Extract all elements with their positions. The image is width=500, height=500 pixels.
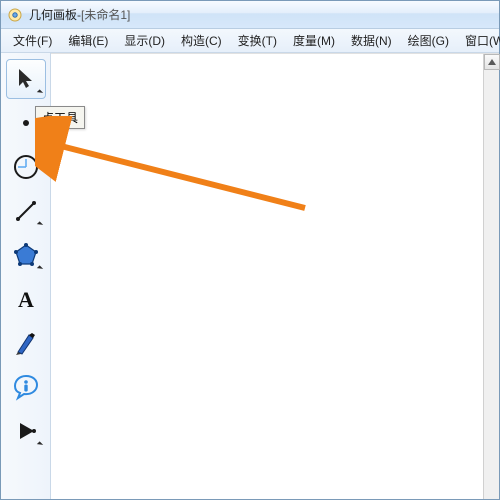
doc-title: [未命名1] (81, 6, 130, 23)
tool-line[interactable] (6, 191, 46, 231)
tool-polygon[interactable] (6, 235, 46, 275)
menubar: 文件(F) 编辑(E) 显示(D) 构造(C) 变换(T) 度量(M) 数据(N… (1, 29, 499, 53)
chevron-down-icon (36, 89, 42, 95)
svg-text:A: A (18, 287, 34, 312)
chevron-down-icon (36, 441, 42, 447)
vertical-scrollbar[interactable] (483, 54, 499, 499)
tool-compass[interactable] (6, 147, 46, 187)
text-icon: A (13, 286, 39, 312)
menu-display[interactable]: 显示(D) (118, 30, 171, 52)
tool-custom[interactable] (6, 411, 46, 451)
tooltip-point-tool: 点工具 (35, 106, 85, 129)
menu-construct[interactable]: 构造(C) (175, 30, 228, 52)
menu-data[interactable]: 数据(N) (345, 30, 398, 52)
tool-info[interactable] (6, 367, 46, 407)
menu-window[interactable]: 窗口(W) (459, 30, 500, 52)
polygon-icon (12, 241, 40, 269)
app-icon (7, 7, 23, 23)
menu-transform[interactable]: 变换(T) (232, 30, 283, 52)
info-icon (12, 373, 40, 401)
compass-icon (11, 152, 41, 182)
drawing-canvas[interactable]: 点工具 (51, 53, 499, 499)
marker-icon (13, 330, 39, 356)
cursor-icon (13, 66, 39, 92)
chevron-down-icon (36, 221, 42, 227)
tool-marker[interactable] (6, 323, 46, 363)
play-icon (13, 418, 39, 444)
menu-edit[interactable]: 编辑(E) (62, 30, 114, 52)
menu-measure[interactable]: 度量(M) (287, 30, 341, 52)
menu-graph[interactable]: 绘图(G) (402, 30, 455, 52)
scroll-up-button[interactable] (484, 54, 500, 70)
line-icon (13, 198, 39, 224)
chevron-down-icon (36, 265, 42, 271)
app-title: 几何画板 (29, 6, 77, 23)
tool-select[interactable] (6, 59, 46, 99)
titlebar: 几何画板 - [未命名1] (1, 1, 499, 29)
menu-file[interactable]: 文件(F) (7, 30, 58, 52)
tool-text[interactable]: A (6, 279, 46, 319)
annotation-arrow (35, 116, 335, 236)
chevron-up-icon (488, 58, 496, 66)
